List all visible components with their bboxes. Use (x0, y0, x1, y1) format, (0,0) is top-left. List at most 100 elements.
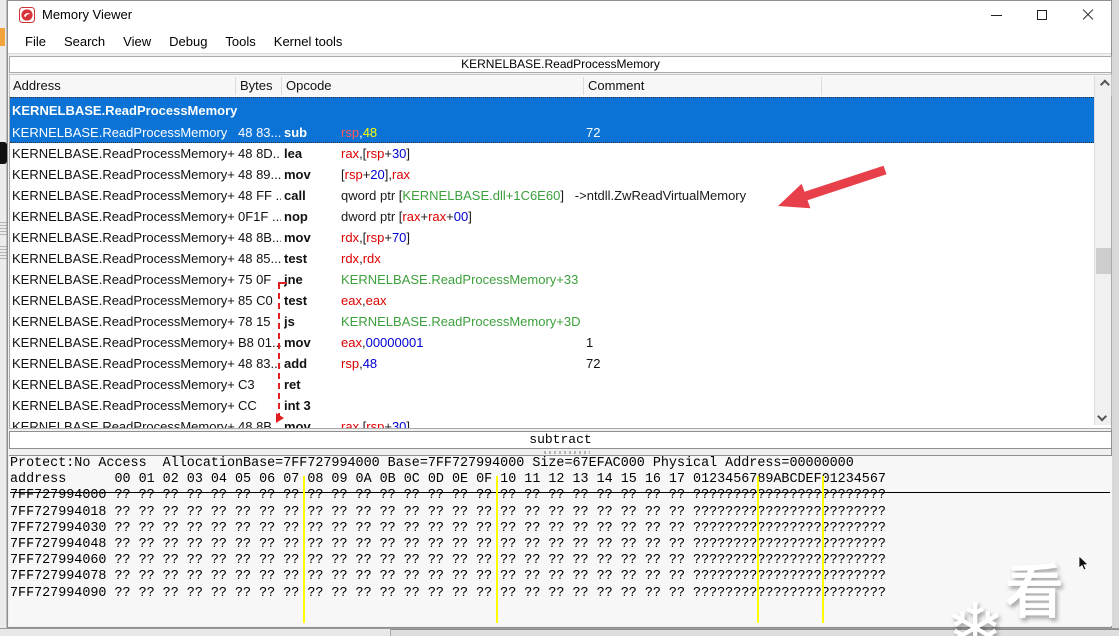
disasm-bytes: 75 0F (238, 272, 272, 287)
disasm-address: KERNELBASE.ReadProcessMemory+ (12, 251, 235, 266)
operand-segment: rsp (366, 146, 385, 161)
operand-segment: 30 (391, 146, 407, 161)
operand-segment: ] (406, 230, 411, 245)
menu-kernel-tools[interactable]: Kernel tools (265, 31, 352, 52)
current-symbol-bar[interactable]: KERNELBASE.ReadProcessMemory (9, 56, 1112, 73)
column-comment[interactable]: Comment (588, 78, 644, 93)
column-address[interactable]: Address (13, 78, 61, 93)
menu-file[interactable]: File (16, 31, 55, 52)
mnemonic: sub (284, 125, 308, 140)
disasm-row[interactable]: KERNELBASE.ReadProcessMemory+ 48 89... mov… (10, 164, 1094, 185)
hex-row[interactable]: 7FF727994048 ?? ?? ?? ?? ?? ?? ?? ?? ?? … (9, 537, 1112, 553)
disasm-row[interactable]: KERNELBASE.ReadProcessMemory+ 48 85... tes… (10, 248, 1094, 269)
operand-segment: ->ntdll.ZwReadVirtualMemory (563, 188, 747, 203)
operand-segment: rdx (362, 251, 381, 266)
column-separator[interactable] (235, 77, 236, 95)
operand-segment: rax (341, 419, 360, 429)
disasm-opcode: mov eax,00000001 (284, 332, 1090, 353)
maximize-button[interactable] (1019, 1, 1065, 29)
disasm-opcode: js KERNELBASE.ReadProcessMemory+3D (284, 311, 1090, 332)
disasm-row[interactable]: KERNELBASE.ReadProcessMemory+ CC int 3 (10, 395, 1094, 416)
disasm-address: KERNELBASE.ReadProcessMemory+ (12, 419, 235, 429)
disasm-address: KERNELBASE.ReadProcessMemory+ (12, 293, 235, 308)
disasm-row[interactable]: KERNELBASE.ReadProcessMemory+ 48 83... add… (10, 353, 1094, 374)
disasm-row[interactable]: KERNELBASE.ReadProcessMemory+ 0F1F ... nop… (10, 206, 1094, 227)
minimize-button[interactable] (973, 1, 1019, 29)
background-taskbar-strip (0, 628, 1119, 636)
background-black-mark (0, 142, 7, 164)
menu-bar: File Search View Debug Tools Kernel tool… (8, 29, 1111, 54)
disasm-row[interactable]: KERNELBASE.ReadProcessMemory+ 48 8B... mov… (10, 227, 1094, 248)
disasm-bytes: CC (238, 398, 257, 413)
disasm-row[interactable]: KERNELBASE.ReadProcessMemory 48 83... sub r… (10, 122, 1094, 143)
close-button[interactable] (1065, 1, 1111, 29)
scroll-down-button[interactable] (1095, 408, 1112, 425)
disasm-opcode: ret (284, 374, 1090, 395)
hex-view-panel[interactable]: Protect:No Access AllocationBase=7FF7279… (9, 455, 1112, 626)
disasm-bytes: 48 89... (238, 167, 281, 182)
menu-search[interactable]: Search (55, 31, 114, 52)
operand-segment: rax (391, 167, 411, 182)
disasm-row[interactable]: KERNELBASE.ReadProcessMemory+ 48 8B... mov… (10, 416, 1094, 429)
disasm-row[interactable]: KERNELBASE.ReadProcessMemory+ 48 8D... lea… (10, 143, 1094, 164)
operand-segment: ] (468, 209, 472, 224)
hex-row[interactable]: 7FF727994078 ?? ?? ?? ?? ?? ?? ?? ?? ?? … (9, 569, 1112, 585)
disasm-rows: KERNELBASE.ReadProcessMemory KERNELBASE.R… (10, 97, 1094, 429)
window-title: Memory Viewer (42, 7, 133, 22)
column-separator[interactable] (583, 77, 584, 95)
disasm-row[interactable]: KERNELBASE.ReadProcessMemory+ 78 15 js KERN… (10, 311, 1094, 332)
chevron-up-icon (1099, 79, 1110, 90)
disasm-column-header: Address Bytes Opcode Comment (9, 74, 1112, 96)
disasm-row[interactable]: KERNELBASE.ReadProcessMemory+ 85 C0 test ea… (10, 290, 1094, 311)
disasm-opcode: int 3 (284, 395, 1090, 416)
disasm-address: KERNELBASE.ReadProcessMemory+ (12, 167, 235, 182)
disasm-opcode: nop dword ptr [rax+rax+00] (284, 206, 1090, 227)
hex-row[interactable]: 7FF727994060 ?? ?? ?? ?? ?? ?? ?? ?? ?? … (9, 553, 1112, 569)
scroll-up-button[interactable] (1095, 76, 1112, 93)
disasm-bytes: C3 (238, 377, 255, 392)
hex-row[interactable]: 7FF727994000 ?? ?? ?? ?? ?? ?? ?? ?? ?? … (9, 488, 1112, 504)
disasm-address: KERNELBASE.ReadProcessMemory (12, 125, 228, 140)
operand-segment: + (446, 209, 454, 224)
disasm-opcode: sub rsp,48 (284, 122, 1090, 143)
disasm-row[interactable]: KERNELBASE.ReadProcessMemory+48 FF ...ca… (10, 185, 1094, 206)
disasm-row[interactable]: KERNELBASE.ReadProcessMemory+ C3 ret (10, 374, 1094, 395)
disasm-scrollbar[interactable] (1094, 76, 1111, 425)
operand-segment: 20 (370, 167, 385, 182)
disasm-address: KERNELBASE.ReadProcessMemory+ (12, 356, 235, 371)
disasm-bytes: 78 15 (238, 314, 271, 329)
disasm-row[interactable]: KERNELBASE.ReadProcessMemory+ 75 0F jne KER… (10, 269, 1094, 290)
operand-segment: rsp (341, 125, 360, 140)
operand-segment: + (384, 419, 392, 429)
scrollbar-thumb[interactable] (1096, 248, 1111, 274)
hex-rows: 7FF727994000 ?? ?? ?? ?? ?? ?? ?? ?? ?? … (9, 488, 1112, 601)
menu-debug[interactable]: Debug (160, 31, 216, 52)
hex-row[interactable]: 7FF727994018 ?? ?? ?? ?? ?? ?? ?? ?? ?? … (9, 505, 1112, 521)
splitter-label-bar[interactable]: subtract (9, 431, 1112, 449)
hex-row[interactable]: 7FF727994090 ?? ?? ?? ?? ?? ?? ?? ?? ?? … (9, 586, 1112, 602)
splitter-grip[interactable] (544, 451, 590, 454)
hex-row[interactable]: 7FF727994030 ?? ?? ?? ?? ?? ?? ?? ?? ?? … (9, 521, 1112, 537)
column-bytes[interactable]: Bytes (240, 78, 273, 93)
disasm-opcode: mov rax,[rsp+30] (284, 416, 1090, 429)
disasm-opcode: call qword ptr [KERNELBASE.dll+1C6E60] ->… (284, 185, 1090, 206)
menu-tools[interactable]: Tools (216, 31, 264, 52)
column-opcode[interactable]: Opcode (286, 78, 332, 93)
hex-info-line: Protect:No Access AllocationBase=7FF7279… (10, 456, 854, 471)
disassembly-panel[interactable]: KERNELBASE.ReadProcessMemory KERNELBASE.R… (9, 96, 1112, 429)
menu-view[interactable]: View (114, 31, 160, 52)
disasm-bytes: 48 8B... (238, 230, 281, 245)
column-separator[interactable] (821, 77, 822, 95)
column-separator[interactable] (281, 77, 282, 95)
operand-segment: + (384, 146, 392, 161)
disasm-symbol-row[interactable]: KERNELBASE.ReadProcessMemory (10, 97, 1094, 122)
maximize-icon (1037, 10, 1047, 20)
hex-ascii-separator (757, 476, 760, 623)
operand-segment: 70 (391, 230, 407, 245)
disasm-row[interactable]: KERNELBASE.ReadProcessMemory+ B8 01... mov… (10, 332, 1094, 353)
disasm-bytes: 48 8D... (238, 146, 281, 161)
operand-segment: rsp (366, 230, 385, 245)
disasm-opcode: mov [rsp+20],rax (284, 164, 1090, 185)
background-window-left-sliver (0, 0, 7, 628)
operand-segment: 48 (362, 356, 378, 371)
